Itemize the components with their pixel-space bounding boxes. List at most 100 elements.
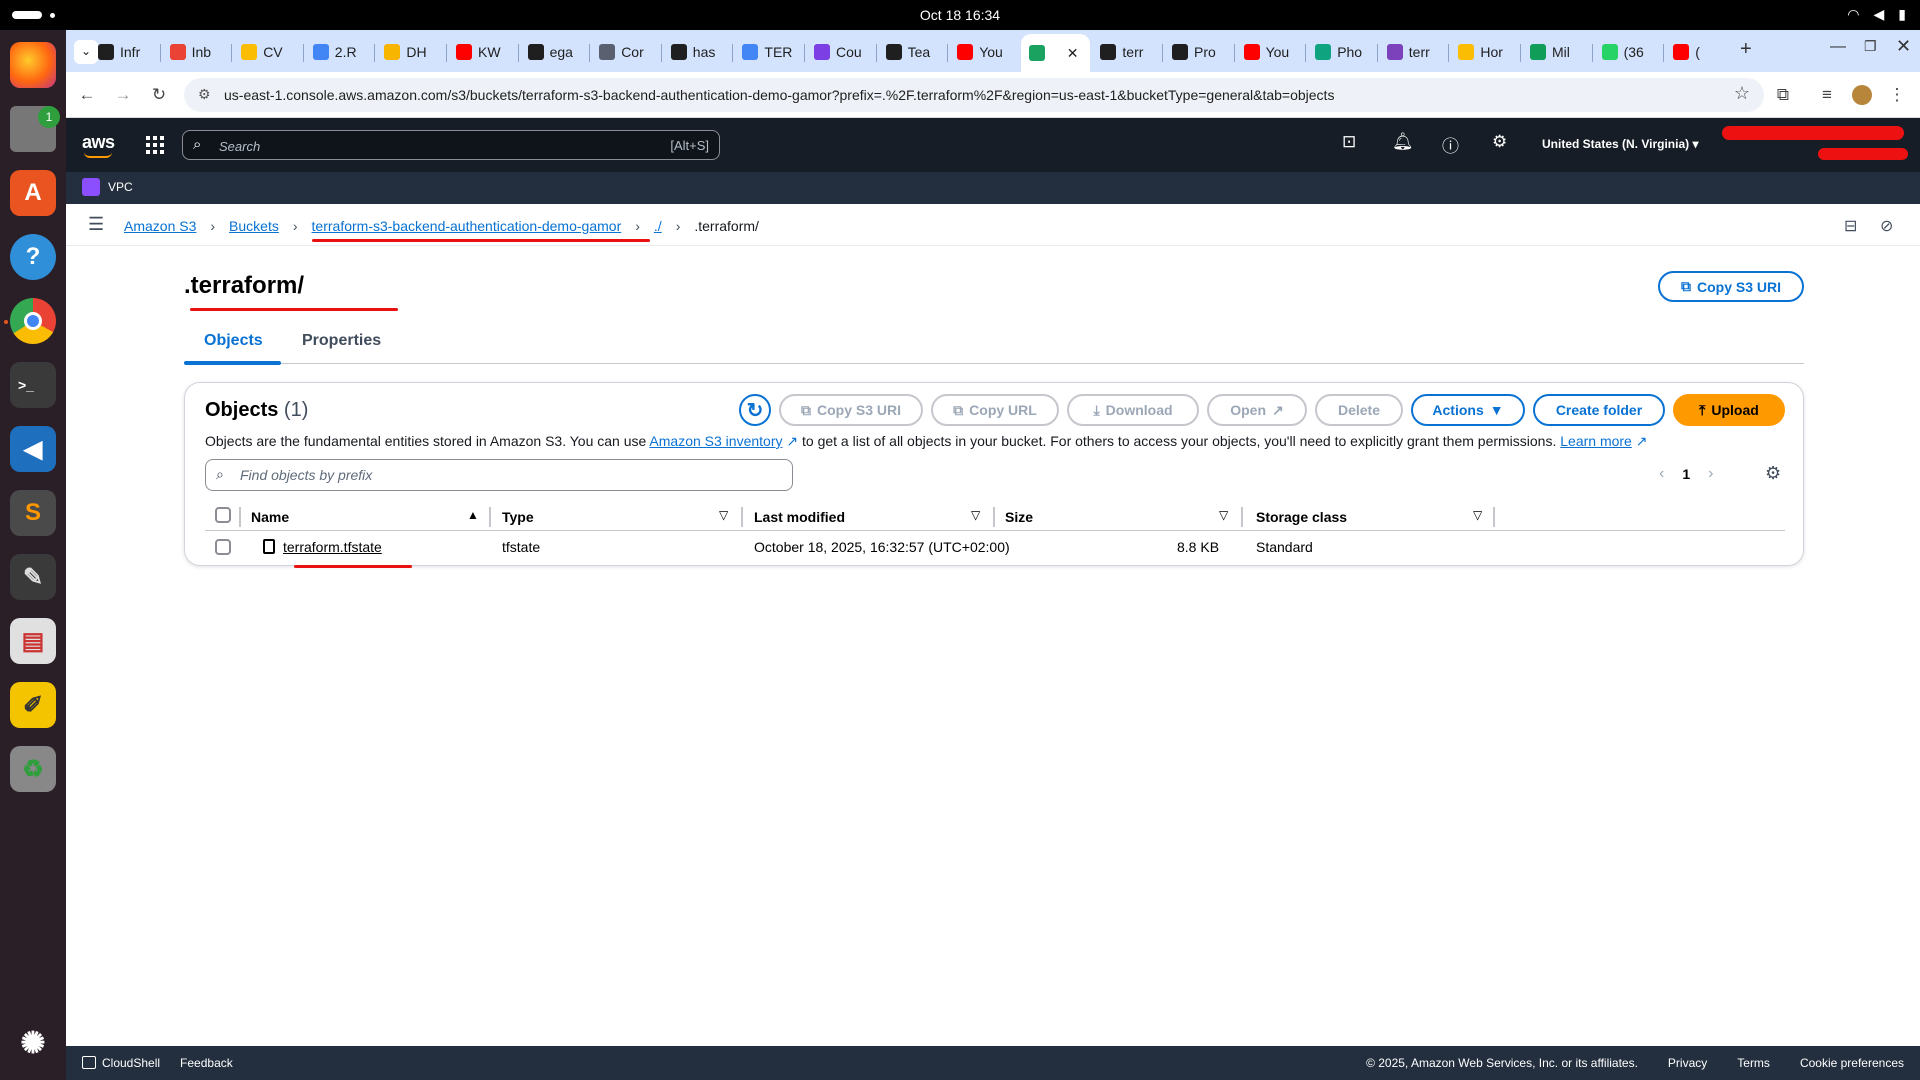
services-grid-icon[interactable] (146, 136, 164, 154)
sort-caret-icon[interactable]: ▽ (1473, 508, 1482, 522)
browser-tab[interactable]: Pro (1164, 36, 1234, 68)
restore-button[interactable]: ❐ (1864, 38, 1877, 55)
learn-more-link[interactable]: Learn more (1560, 433, 1632, 449)
profile-avatar[interactable] (1852, 85, 1872, 105)
delete-button[interactable]: Delete (1315, 394, 1403, 426)
actions-dropdown-button[interactable]: Actions ▼ (1411, 394, 1525, 426)
cookie-preferences-link[interactable]: Cookie preferences (1800, 1056, 1904, 1070)
copy-s3-uri-button[interactable]: ⧉ Copy S3 URI (779, 394, 923, 426)
terminal-icon[interactable]: >_ (10, 362, 56, 408)
breadcrumb-bucket[interactable]: terraform-s3-backend-authentication-demo… (312, 218, 622, 234)
column-type[interactable]: Type (502, 509, 534, 525)
extensions-icon[interactable]: ⧉ (1772, 84, 1794, 106)
firefox-icon[interactable] (10, 42, 56, 88)
close-tab-icon[interactable]: ✕ (1067, 45, 1079, 62)
copy-url-button[interactable]: ⧉ Copy URL (931, 394, 1059, 426)
notifications-bell-icon[interactable]: 🔔︎ (1392, 132, 1414, 152)
privacy-link[interactable]: Privacy (1668, 1056, 1707, 1070)
browser-tab[interactable]: Tea (878, 36, 948, 68)
vscode-icon[interactable]: ◀ (10, 426, 56, 472)
browser-tab[interactable]: ega (520, 36, 590, 68)
tab-properties[interactable]: Properties (302, 332, 381, 350)
tab-objects[interactable]: Objects (204, 332, 263, 350)
sort-caret-icon[interactable]: ▽ (971, 508, 980, 522)
inkscape-icon[interactable]: ✎ (10, 554, 56, 600)
browser-tab[interactable]: has (663, 36, 733, 68)
feedback-link[interactable]: Feedback (180, 1056, 233, 1070)
browser-tab[interactable]: Infr (90, 36, 160, 68)
cloudshell-link[interactable]: CloudShell (82, 1056, 160, 1070)
column-divider[interactable] (993, 507, 995, 527)
select-all-checkbox[interactable] (215, 507, 231, 523)
open-button[interactable]: Open ↗ (1207, 394, 1307, 426)
reader-icon[interactable]: ▤ (10, 618, 56, 664)
hamburger-menu-icon[interactable]: ☰ (88, 214, 104, 235)
chrome-icon[interactable] (10, 298, 56, 344)
copy-s3-uri-header-button[interactable]: ⧉ Copy S3 URI (1658, 271, 1804, 302)
object-name-link[interactable]: terraform.tfstate (283, 539, 382, 555)
vpc-shortcut[interactable]: VPC (82, 178, 133, 196)
new-tab-button[interactable]: + (1740, 38, 1752, 61)
close-window-button[interactable]: ✕ (1896, 36, 1911, 57)
column-name[interactable]: Name (251, 509, 289, 525)
browser-tab[interactable]: You (949, 36, 1019, 68)
aws-logo[interactable]: aws (82, 132, 115, 158)
browser-tab[interactable]: terr (1379, 36, 1449, 68)
current-page[interactable]: 1 (1682, 466, 1690, 482)
system-tray[interactable]: ◠ ◀ ▮ (1847, 6, 1906, 23)
table-preferences-gear-icon[interactable]: ⚙ (1765, 463, 1781, 484)
browser-tab[interactable]: Mil (1522, 36, 1592, 68)
sort-caret-icon[interactable]: ▽ (719, 508, 728, 522)
next-page-icon[interactable]: › (1708, 465, 1713, 483)
browser-tab[interactable]: Cou (806, 36, 876, 68)
bookmark-star-icon[interactable]: ☆ (1734, 83, 1750, 104)
browser-tab[interactable]: Pho (1307, 36, 1377, 68)
omnibox[interactable]: ⚙ us-east-1.console.aws.amazon.com/s3/bu… (184, 78, 1764, 112)
column-divider[interactable] (1493, 507, 1495, 527)
app-center-icon[interactable]: A (10, 170, 56, 216)
minimize-button[interactable]: — (1830, 38, 1846, 56)
table-row[interactable]: terraform.tfstate tfstate October 18, 20… (205, 531, 1785, 563)
announcements-icon[interactable]: ⊘ (1880, 216, 1893, 236)
create-folder-button[interactable]: Create folder (1533, 394, 1665, 426)
find-objects-search[interactable]: ⌕ (205, 459, 793, 491)
sort-ascending-icon[interactable]: ▲ (467, 508, 479, 522)
breadcrumb-root-folder[interactable]: ./ (654, 218, 662, 234)
browser-tab[interactable]: You (1236, 36, 1306, 68)
help-circle-icon[interactable]: ⓘ (1442, 132, 1459, 157)
ubuntu-icon[interactable]: ✺ (10, 1020, 56, 1066)
reload-button[interactable]: ↻ (148, 84, 170, 106)
row-checkbox[interactable] (215, 539, 231, 555)
media-icon[interactable]: ≡ (1816, 84, 1838, 106)
browser-tab[interactable]: Hor (1450, 36, 1520, 68)
find-objects-input[interactable] (240, 465, 780, 485)
download-button[interactable]: ⤓ Download (1067, 394, 1199, 426)
back-button[interactable]: ← (76, 84, 98, 106)
aws-search-box[interactable]: ⌕ Search [Alt+S] (182, 130, 720, 160)
s3-inventory-link[interactable]: Amazon S3 inventory (649, 433, 782, 449)
sort-caret-icon[interactable]: ▽ (1219, 508, 1228, 522)
trash-icon[interactable]: ♻ (10, 746, 56, 792)
column-storage-class[interactable]: Storage class (1256, 509, 1347, 525)
site-info-icon[interactable]: ⚙ (198, 86, 211, 103)
refresh-button[interactable]: ↻ (739, 394, 771, 426)
browser-tab[interactable]: Cor (591, 36, 661, 68)
forward-button[interactable]: → (112, 84, 134, 106)
info-panel-icon[interactable]: ⊟ (1844, 216, 1857, 236)
column-last-modified[interactable]: Last modified (754, 509, 845, 525)
column-divider[interactable] (1241, 507, 1243, 527)
browser-tab[interactable]: (36 (1594, 36, 1664, 68)
breadcrumb-buckets[interactable]: Buckets (229, 218, 279, 234)
browser-tab[interactable]: ✕ (1020, 34, 1091, 72)
clock[interactable]: Oct 18 16:34 (0, 7, 1920, 23)
settings-gear-icon[interactable]: ⚙ (1492, 132, 1507, 152)
column-size[interactable]: Size (1005, 509, 1033, 525)
browser-tab[interactable]: DH (376, 36, 446, 68)
help-icon[interactable]: ? (10, 234, 56, 280)
browser-tab[interactable]: Inb (162, 36, 232, 68)
prev-page-icon[interactable]: ‹ (1659, 465, 1664, 483)
sublime-icon[interactable]: S (10, 490, 56, 536)
url-text[interactable]: us-east-1.console.aws.amazon.com/s3/buck… (224, 87, 1334, 103)
cloudshell-icon[interactable]: ⊡ (1342, 132, 1356, 152)
upload-button[interactable]: ⤒ Upload (1673, 394, 1785, 426)
